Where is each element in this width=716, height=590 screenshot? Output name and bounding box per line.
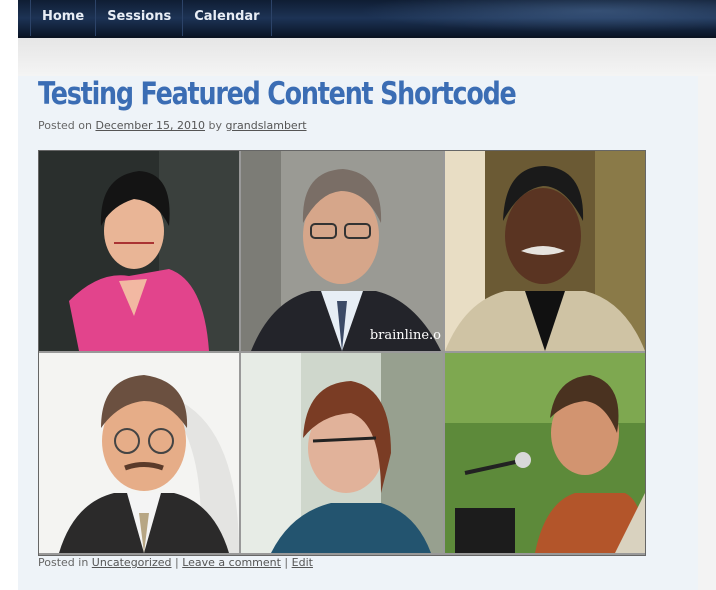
featured-photo-man-singing-microphone[interactable] [445, 353, 645, 553]
category-link[interactable]: Uncategorized [92, 556, 172, 569]
author-link[interactable]: grandslambert [226, 119, 307, 132]
featured-photo-man-round-glasses[interactable] [39, 353, 239, 553]
header-sub-band [18, 38, 716, 76]
post-meta: Posted on December 15, 2010 by grandslam… [38, 119, 307, 132]
post-date-link[interactable]: December 15, 2010 [95, 119, 205, 132]
featured-photo-woman-short-hair[interactable] [241, 353, 443, 553]
post-article: Testing Featured Content Shortcode Poste… [18, 76, 698, 590]
photo-older-man-mustache-image [445, 151, 645, 351]
featured-photo-man-glasses-suit[interactable]: brainline.o [241, 151, 443, 351]
leave-comment-link[interactable]: Leave a comment [182, 556, 281, 569]
photo-man-round-glasses-image [39, 353, 239, 553]
footer-separator: | [280, 556, 292, 569]
featured-photo-woman-pink-shirt[interactable] [39, 151, 239, 351]
photo-watermark: brainline.o [369, 328, 441, 343]
by-label: by [205, 119, 226, 132]
featured-content-grid: brainline.o [38, 150, 646, 556]
header-background-glow [318, 0, 716, 36]
post-title[interactable]: Testing Featured Content Shortcode [38, 76, 517, 112]
edit-link[interactable]: Edit [292, 556, 313, 569]
top-navigation-bar: Home Sessions Calendar [18, 0, 716, 38]
left-page-rule [0, 0, 19, 590]
main-nav: Home Sessions Calendar [30, 0, 272, 36]
posted-on-label: Posted on [38, 119, 96, 132]
photo-woman-short-hair-image [241, 353, 443, 553]
featured-photo-older-man-mustache[interactable] [445, 151, 645, 351]
photo-woman-pink-shirt-image [39, 151, 239, 351]
photo-man-glasses-suit-image [241, 151, 443, 351]
nav-item-calendar[interactable]: Calendar [183, 0, 272, 36]
posted-in-label: Posted in [38, 556, 92, 569]
nav-item-home[interactable]: Home [30, 0, 97, 36]
nav-item-sessions[interactable]: Sessions [96, 0, 184, 36]
footer-separator: | [171, 556, 183, 569]
photo-man-singing-microphone-image [445, 353, 645, 553]
post-footer: Posted in Uncategorized | Leave a commen… [38, 556, 313, 569]
